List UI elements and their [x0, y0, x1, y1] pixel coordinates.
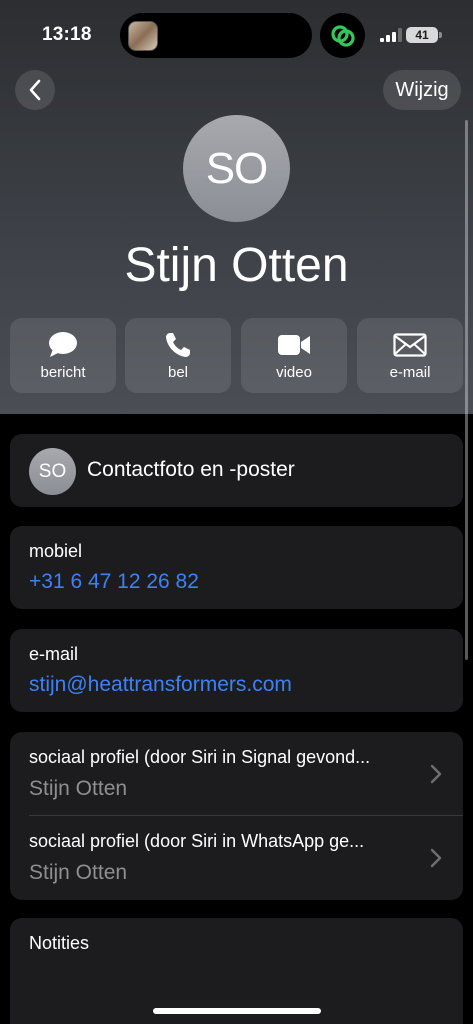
- linked-rings-icon: [330, 24, 355, 47]
- dynamic-island[interactable]: [120, 13, 312, 58]
- contact-avatar[interactable]: SO: [183, 115, 290, 222]
- home-indicator[interactable]: [153, 1008, 321, 1014]
- video-camera-icon: [278, 335, 310, 355]
- call-action-button[interactable]: bel: [125, 318, 231, 393]
- battery-tip: [439, 32, 442, 38]
- notes-label: Notities: [29, 933, 90, 953]
- message-action-button[interactable]: bericht: [10, 318, 116, 393]
- chevron-right-icon: [430, 764, 442, 784]
- social-profile-subtitle: Stijn Otten: [29, 861, 128, 884]
- chevron-left-icon: [29, 79, 41, 101]
- social-profile-signal[interactable]: sociaal profiel (door Siri in Signal gev…: [10, 732, 463, 816]
- action-label: video: [276, 364, 312, 381]
- phone-icon: [166, 333, 190, 357]
- video-action-button[interactable]: video: [241, 318, 347, 393]
- social-profiles-card: sociaal profiel (door Siri in Signal gev…: [10, 732, 463, 900]
- island-app-icon[interactable]: [320, 13, 365, 58]
- email-action-button[interactable]: e-mail: [357, 318, 463, 393]
- poster-label: Contactfoto en -poster: [87, 458, 295, 481]
- cellular-signal-icon: [380, 28, 402, 42]
- scroll-indicator: [465, 120, 468, 660]
- phone-label: mobiel: [29, 541, 83, 561]
- message-bubble-icon: [49, 332, 77, 357]
- back-button[interactable]: [15, 70, 55, 110]
- email-card: e-mail stijn@heattransformers.com: [10, 629, 463, 712]
- contact-name: Stijn Otten: [124, 239, 349, 292]
- status-time: 13:18: [42, 24, 92, 45]
- battery-icon: 41: [406, 27, 438, 43]
- envelope-icon: [393, 333, 427, 357]
- social-profile-title: sociaal profiel (door Siri in WhatsApp g…: [29, 831, 365, 851]
- island-contact-thumbnail: [128, 21, 158, 51]
- contact-poster-row[interactable]: SO Contactfoto en -poster: [10, 434, 463, 507]
- email-address-link[interactable]: stijn@heattransformers.com: [29, 673, 292, 697]
- poster-avatar: SO: [29, 448, 76, 495]
- social-profile-subtitle: Stijn Otten: [29, 777, 128, 800]
- action-label: bericht: [40, 364, 86, 381]
- social-profile-title: sociaal profiel (door Siri in Signal gev…: [29, 747, 371, 767]
- chevron-right-icon: [430, 848, 442, 868]
- edit-button[interactable]: Wijzig: [383, 70, 461, 110]
- phone-number-link[interactable]: +31 6 47 12 26 82: [29, 570, 199, 594]
- action-label: e-mail: [389, 364, 431, 381]
- action-label: bel: [167, 364, 189, 381]
- email-label: e-mail: [29, 644, 79, 664]
- phone-card: mobiel +31 6 47 12 26 82: [10, 526, 463, 609]
- social-profile-whatsapp[interactable]: sociaal profiel (door Siri in WhatsApp g…: [10, 816, 463, 900]
